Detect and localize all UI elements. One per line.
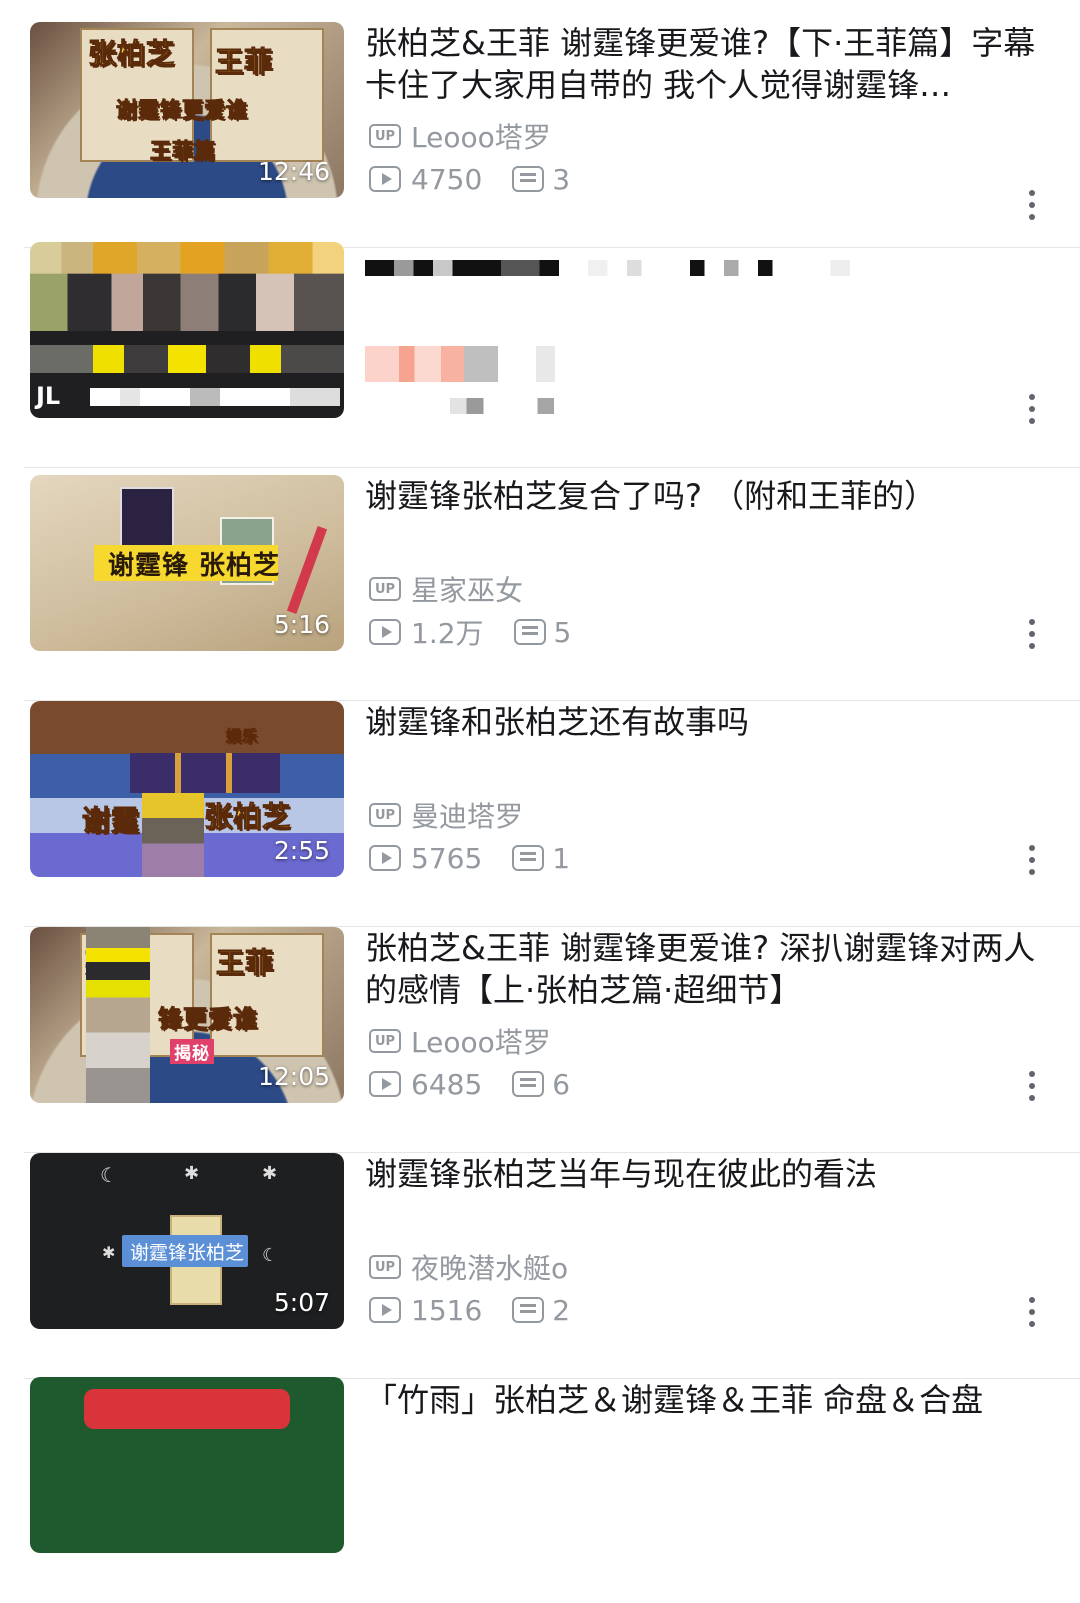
- video-title[interactable]: 谢霆锋和张柏芝还有故事吗: [365, 701, 1055, 743]
- up-badge-icon: UP: [369, 124, 401, 148]
- thumb-caption: 娱乐: [225, 727, 259, 746]
- view-count: 5765: [411, 841, 483, 875]
- pixelated-patch: [142, 793, 204, 877]
- more-vertical-icon[interactable]: [1022, 392, 1042, 426]
- video-title[interactable]: 「竹雨」张柏芝＆谢霆锋＆王菲 命盘＆合盘: [365, 1379, 1055, 1421]
- video-item[interactable]: 张 王菲 锋更爱谁 揭秘 12:05 张柏芝&王菲 谢霆锋更爱谁? 深扒谢霆锋对…: [0, 927, 1080, 1153]
- video-title[interactable]: 张柏芝&王菲 谢霆锋更爱谁? 深扒谢霆锋对两人的感情【上·张柏芝篇·超细节】: [365, 927, 1055, 1011]
- play-icon: [369, 166, 401, 192]
- play-icon: [369, 1071, 401, 1097]
- uploader-name[interactable]: Leooo塔罗: [411, 1021, 551, 1061]
- divider: [24, 467, 1080, 468]
- video-title[interactable]: 谢霆锋张柏芝复合了吗? （附和王菲的）: [365, 475, 1055, 517]
- comment-icon: [512, 1071, 545, 1097]
- video-item[interactable]: 谢霆锋 张柏芝 5:16 谢霆锋张柏芝复合了吗? （附和王菲的） UP 星家巫女…: [0, 475, 1080, 701]
- caption-band: [84, 1389, 290, 1429]
- more-vertical-icon[interactable]: [1022, 1295, 1042, 1329]
- star-icon: ✱: [102, 1243, 116, 1262]
- thumb-caption: 谢霆锋 张柏芝: [108, 551, 281, 581]
- comment-count: 6: [552, 1067, 571, 1101]
- thumb-caption: 王菲篇: [150, 139, 216, 164]
- up-badge-icon: UP: [369, 1255, 401, 1279]
- uploader-name[interactable]: 夜晚潜水艇o: [411, 1247, 568, 1287]
- video-thumbnail[interactable]: 张 王菲 锋更爱谁 揭秘 12:05: [30, 927, 344, 1103]
- comment-icon: [512, 1297, 545, 1323]
- pen-image: [286, 526, 328, 614]
- star-icon: ✱: [184, 1163, 200, 1184]
- moon-icon: ☾: [262, 1245, 279, 1266]
- more-vertical-icon[interactable]: [1022, 617, 1042, 651]
- video-item[interactable]: JL: [0, 242, 1080, 468]
- video-duration: 5:07: [273, 1288, 330, 1317]
- tarot-cards: [130, 753, 280, 793]
- uploader-name[interactable]: 星家巫女: [411, 569, 523, 609]
- comment-count: 5: [553, 615, 572, 649]
- comment-icon: [512, 166, 545, 192]
- uploader-row[interactable]: UP Leooo塔罗: [369, 116, 551, 156]
- redacted-uploader: [365, 346, 555, 382]
- uploader-name[interactable]: 曼迪塔罗: [411, 795, 523, 835]
- thumb-caption: 王菲: [215, 946, 275, 980]
- view-count: 6485: [411, 1067, 483, 1101]
- video-thumbnail[interactable]: [30, 1377, 344, 1553]
- video-thumbnail[interactable]: JL: [30, 242, 344, 418]
- moon-icon: ☾: [100, 1163, 118, 1187]
- uploader-row[interactable]: UP 夜晚潜水艇o: [369, 1247, 568, 1287]
- uploader-row[interactable]: UP 曼迪塔罗: [369, 795, 523, 835]
- thumb-caption: 王菲: [214, 45, 274, 79]
- uploader-row[interactable]: UP Leooo塔罗: [369, 1021, 551, 1061]
- video-duration: 5:16: [273, 610, 330, 639]
- thumb-caption: 锋更爱谁: [158, 1005, 258, 1034]
- video-thumbnail[interactable]: 谢霆锋 张柏芝 5:16: [30, 475, 344, 651]
- thumb-caption: 谢霆: [81, 804, 141, 838]
- play-icon: [369, 845, 401, 871]
- more-vertical-icon[interactable]: [1022, 1069, 1042, 1103]
- video-duration: 12:05: [257, 1062, 330, 1091]
- video-thumbnail[interactable]: ☾ ✱ ✱ ✱ ☾ 谢霆锋张柏芝 5:07: [30, 1153, 344, 1329]
- video-thumbnail[interactable]: 娱乐 谢霆 张柏芝 2:55: [30, 701, 344, 877]
- up-badge-icon: UP: [369, 803, 401, 827]
- more-vertical-icon[interactable]: [1022, 188, 1042, 222]
- thumb-caption: JL: [36, 382, 61, 410]
- thumb-caption: 张柏芝: [87, 37, 176, 71]
- uploader-name[interactable]: Leooo塔罗: [411, 116, 551, 156]
- redacted-title: [365, 260, 850, 276]
- up-badge-icon: UP: [369, 1029, 401, 1053]
- comment-count: 3: [552, 162, 571, 196]
- more-vertical-icon[interactable]: [1022, 843, 1042, 877]
- video-item[interactable]: ☾ ✱ ✱ ✱ ☾ 谢霆锋张柏芝 5:07 谢霆锋张柏芝当年与现在彼此的看法 U…: [0, 1153, 1080, 1379]
- video-title[interactable]: 张柏芝&王菲 谢霆锋更爱谁?【下·王菲篇】字幕卡住了大家用自带的 我个人觉得谢霆…: [365, 22, 1055, 106]
- comment-icon: [513, 619, 546, 645]
- up-badge-icon: UP: [369, 577, 401, 601]
- stats-row: 6485 6: [369, 1067, 570, 1101]
- video-item[interactable]: 娱乐 谢霆 张柏芝 2:55 谢霆锋和张柏芝还有故事吗 UP 曼迪塔罗 5765…: [0, 701, 1080, 927]
- stats-row: 1.2万 5: [369, 615, 572, 650]
- pixelated-patch: [86, 927, 150, 1103]
- video-title[interactable]: 谢霆锋张柏芝当年与现在彼此的看法: [365, 1153, 1055, 1195]
- comment-count: 2: [552, 1293, 571, 1327]
- stats-row: 1516 2: [369, 1293, 570, 1327]
- uploader-row[interactable]: UP 星家巫女: [369, 569, 523, 609]
- thumb-caption: 谢霆锋更爱谁: [116, 98, 248, 123]
- view-count: 1516: [411, 1293, 483, 1327]
- stats-row: 5765 1: [369, 841, 570, 875]
- thumb-caption: 张柏芝: [203, 800, 292, 834]
- video-duration: 2:55: [273, 836, 330, 865]
- redacted-stats: [450, 398, 554, 414]
- comment-icon: [512, 845, 545, 871]
- view-count: 4750: [411, 162, 483, 196]
- video-thumbnail[interactable]: 张柏芝 王菲 谢霆锋更爱谁 王菲篇 12:46: [30, 22, 344, 198]
- comment-count: 1: [552, 841, 571, 875]
- view-count: 1.2万: [411, 617, 484, 650]
- thumb-caption: 揭秘: [170, 1039, 214, 1064]
- stats-row: 4750 3: [369, 162, 570, 196]
- thumb-caption: 谢霆锋张柏芝: [130, 1242, 245, 1264]
- video-item[interactable]: 张柏芝 王菲 谢霆锋更爱谁 王菲篇 12:46 张柏芝&王菲 谢霆锋更爱谁?【下…: [0, 22, 1080, 248]
- redacted-caption: [90, 388, 340, 406]
- star-icon: ✱: [262, 1163, 278, 1184]
- play-icon: [369, 1297, 401, 1323]
- video-duration: 12:46: [257, 157, 330, 186]
- play-icon: [369, 619, 401, 645]
